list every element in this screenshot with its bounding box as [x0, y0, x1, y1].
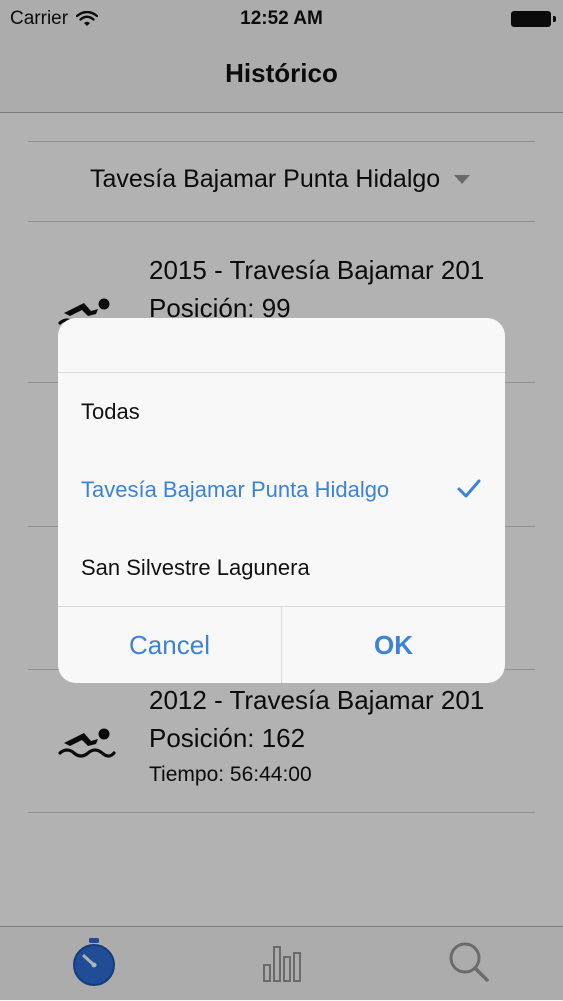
- option-bajamar[interactable]: Tavesía Bajamar Punta Hidalgo: [58, 451, 505, 529]
- dialog-header: [58, 318, 505, 373]
- option-label: Tavesía Bajamar Punta Hidalgo: [81, 477, 390, 502]
- cancel-button[interactable]: Cancel: [58, 607, 281, 683]
- ok-button[interactable]: OK: [281, 607, 505, 683]
- checkmark-icon: [457, 479, 481, 498]
- option-label: San Silvestre Lagunera: [81, 555, 310, 580]
- dialog-buttons: Cancel OK: [58, 606, 505, 683]
- option-todas[interactable]: Todas: [58, 373, 505, 451]
- option-san-silvestre[interactable]: San Silvestre Lagunera: [58, 529, 505, 607]
- option-label: Todas: [81, 399, 140, 424]
- race-picker-dialog: Todas Tavesía Bajamar Punta Hidalgo San …: [58, 318, 505, 683]
